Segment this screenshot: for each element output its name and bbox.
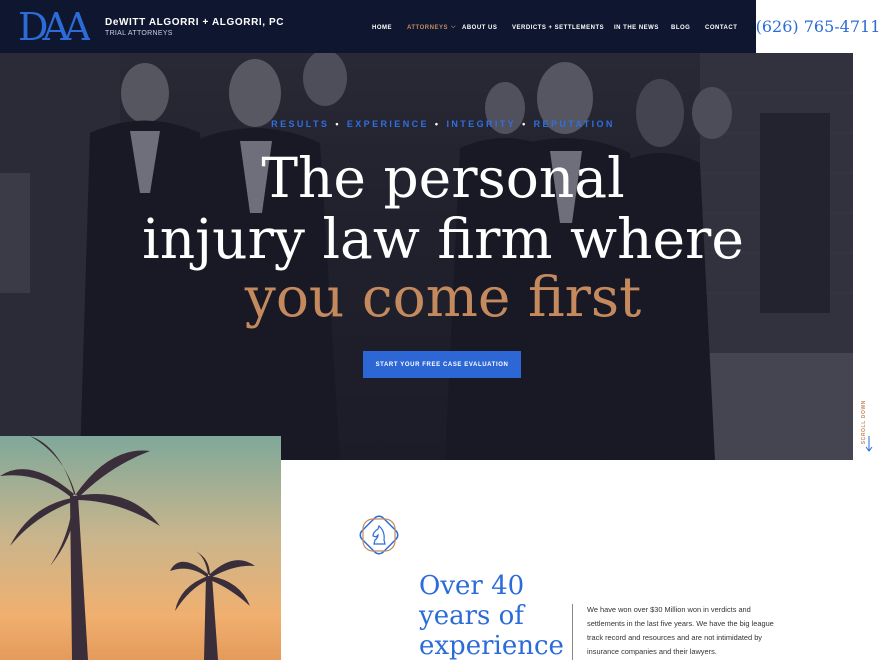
palm-tree-photo [0, 436, 281, 660]
hero-headline-line1: The personal [261, 146, 625, 210]
arrow-down-icon [865, 436, 873, 452]
hero-headline-line3: you come first [244, 265, 642, 329]
nav-verdicts-settlements[interactable]: VERDICTS + SETTLEMENTS [512, 24, 614, 31]
chevron-down-icon: ⌵ [450, 24, 457, 30]
firm-subtitle: TRIAL ATTORNEYS [105, 30, 173, 37]
knight-chess-icon [359, 515, 399, 555]
site-header: DAA DeWITT ALGORRI + ALGORRI, PC TRIAL A… [0, 0, 880, 53]
svg-text:DAA: DAA [18, 6, 90, 46]
hero-tagline: RESULTS • EXPERIENCE • INTEGRITY • REPUTATION [271, 119, 615, 129]
nav-contact[interactable]: CONTACT [705, 24, 745, 31]
firm-logo[interactable]: DAA [18, 6, 90, 46]
free-case-evaluation-button[interactable]: START YOUR FREE CASE EVALUATION [363, 351, 521, 378]
hero-headline-line2: injury law firm where [142, 207, 744, 271]
scroll-down-control[interactable]: SCROLL DOWN [861, 400, 873, 460]
nav-about-us[interactable]: ABOUT US [462, 24, 512, 31]
phone-link[interactable]: (626) 765-4711 [756, 17, 880, 36]
nav-attorneys[interactable]: ATTORNEYS ⌵ [407, 24, 462, 31]
nav-blog[interactable]: BLOG [671, 24, 705, 31]
nav-in-the-news[interactable]: IN THE NEWS [614, 24, 671, 31]
main-nav: HOME ATTORNEYS ⌵ ABOUT US VERDICTS + SETT… [372, 24, 745, 31]
phone-box: (626) 765-4711 [756, 0, 880, 53]
experience-heading: Over 40 years of experience [419, 571, 564, 660]
firm-name[interactable]: DeWITT ALGORRI + ALGORRI, PC [105, 17, 284, 28]
experience-paragraph: We have won over $30 Million won in verd… [587, 605, 774, 656]
hero-section: RESULTS • EXPERIENCE • INTEGRITY • REPUTATION … [0, 53, 853, 460]
section-divider [572, 604, 573, 660]
nav-home[interactable]: HOME [372, 24, 407, 31]
